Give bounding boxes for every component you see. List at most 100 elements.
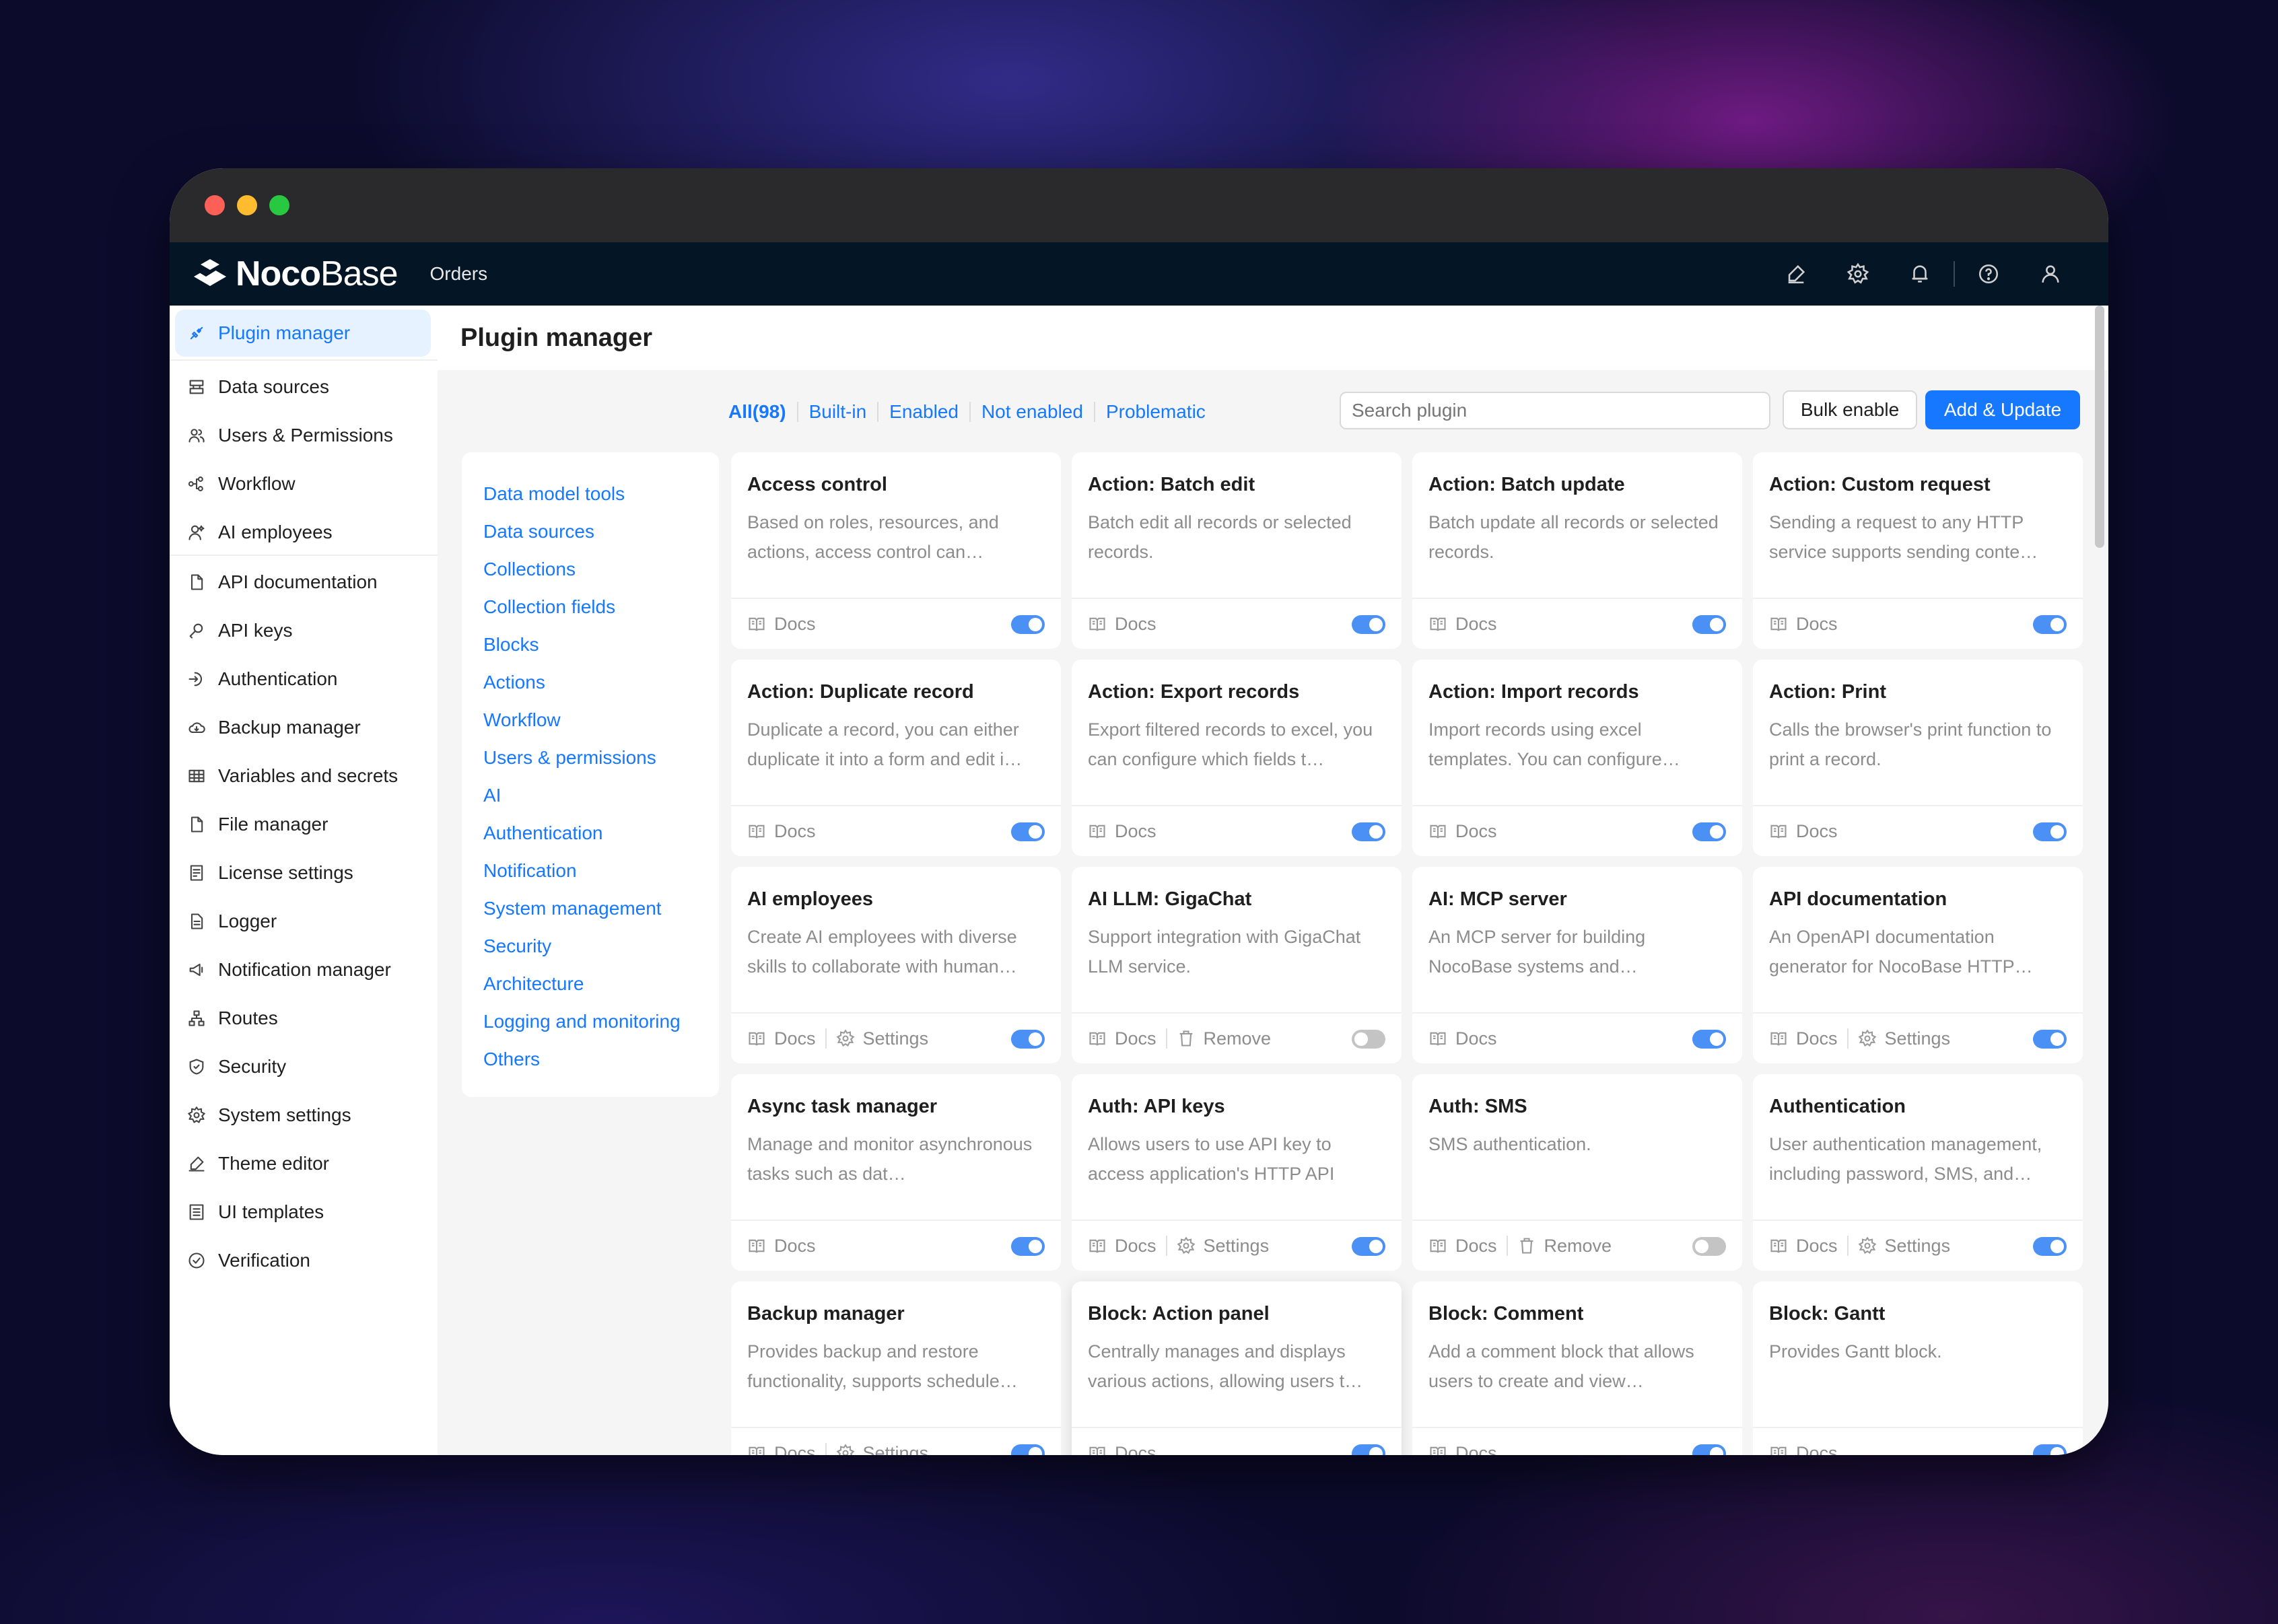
filter-tab-all-98[interactable]: All(98) [728,402,798,422]
user-menu-button[interactable] [2020,242,2081,306]
plugin-enable-toggle[interactable] [2033,1237,2067,1256]
plugin-card[interactable]: Auth: SMS SMS authentication. Docs Remove [1412,1074,1742,1271]
sidebar-item-system-settings[interactable]: System settings [175,1092,431,1139]
plugin-enable-toggle[interactable] [2033,822,2067,841]
category-others[interactable]: Others [462,1040,719,1078]
plugin-card[interactable]: Access control Based on roles, resources,… [731,452,1061,649]
plugin-enable-toggle[interactable] [1352,615,1385,634]
plugin-enable-toggle[interactable] [2033,1444,2067,1455]
category-workflow[interactable]: Workflow [462,701,719,739]
plugin-enable-toggle[interactable] [1011,1444,1045,1455]
sidebar-item-users-permissions[interactable]: Users & Permissions [175,412,431,459]
sidebar-item-logger[interactable]: Logger [175,898,431,945]
category-data-model-tools[interactable]: Data model tools [462,475,719,513]
sidebar-item-routes[interactable]: Routes [175,995,431,1042]
docs-link[interactable]: Docs [1088,821,1157,842]
category-security[interactable]: Security [462,927,719,965]
settings-button[interactable] [1827,242,1889,306]
add-update-button[interactable]: Add & Update [1925,390,2080,429]
plugin-card[interactable]: Authentication User authentication manage… [1753,1074,2083,1271]
notifications-button[interactable] [1889,242,1951,306]
plugin-card[interactable]: Async task manager Manage and monitor asy… [731,1074,1061,1271]
close-window-button[interactable] [205,195,225,215]
nocobase-logo[interactable]: Noco Base [190,254,399,294]
plugin-enable-toggle[interactable] [2033,615,2067,634]
plugin-enable-toggle[interactable] [1692,1237,1726,1256]
minimize-window-button[interactable] [237,195,257,215]
sidebar-item-backup-manager[interactable]: Backup manager [175,704,431,751]
maximize-window-button[interactable] [269,195,289,215]
plugin-card[interactable]: Action: Batch edit Batch edit all records… [1072,452,1402,649]
docs-link[interactable]: Docs [1428,1028,1497,1049]
sidebar-item-verification[interactable]: Verification [175,1237,431,1284]
docs-link[interactable]: Docs [1088,614,1157,635]
plugin-card[interactable]: AI employees Create AI employees with div… [731,867,1061,1063]
category-blocks[interactable]: Blocks [462,626,719,664]
bulk-enable-button[interactable]: Bulk enable [1783,390,1917,429]
settings-link[interactable]: Settings [1858,1236,1950,1257]
category-ai[interactable]: AI [462,777,719,814]
docs-link[interactable]: Docs [1428,614,1497,635]
docs-link[interactable]: Docs [1088,1443,1157,1455]
sidebar-item-security[interactable]: Security [175,1043,431,1090]
sidebar-item-authentication[interactable]: Authentication [175,656,431,703]
plugin-enable-toggle[interactable] [1352,822,1385,841]
docs-link[interactable]: Docs [1088,1236,1157,1257]
content-scrollbar[interactable] [2095,306,2104,548]
plugin-card[interactable]: Action: Print Calls the browser's print f… [1753,660,2083,856]
category-logging-and-monitoring[interactable]: Logging and monitoring [462,1003,719,1040]
sidebar-item-ui-templates[interactable]: UI templates [175,1189,431,1236]
sidebar-item-license-settings[interactable]: License settings [175,849,431,896]
category-collection-fields[interactable]: Collection fields [462,588,719,626]
filter-tab-not-enabled[interactable]: Not enabled [971,402,1095,422]
remove-link[interactable]: Remove [1517,1236,1612,1257]
docs-link[interactable]: Docs [1769,1443,1838,1455]
category-collections[interactable]: Collections [462,551,719,588]
docs-link[interactable]: Docs [1769,821,1838,842]
docs-link[interactable]: Docs [1769,1028,1838,1049]
plugin-card[interactable]: Action: Batch update Batch update all rec… [1412,452,1742,649]
category-authentication[interactable]: Authentication [462,814,719,852]
settings-link[interactable]: Settings [836,1443,928,1455]
sidebar-item-workflow[interactable]: Workflow [175,460,431,507]
plugin-card[interactable]: Action: Custom request Sending a request … [1753,452,2083,649]
sidebar-item-notification-manager[interactable]: Notification manager [175,946,431,993]
plugin-enable-toggle[interactable] [1692,615,1726,634]
category-users-permissions[interactable]: Users & permissions [462,739,719,777]
settings-link[interactable]: Settings [836,1028,928,1049]
category-data-sources[interactable]: Data sources [462,513,719,551]
remove-link[interactable]: Remove [1177,1028,1271,1049]
sidebar-item-theme-editor[interactable]: Theme editor [175,1140,431,1187]
category-architecture[interactable]: Architecture [462,965,719,1003]
plugin-card[interactable]: API documentation An OpenAPI documentatio… [1753,867,2083,1063]
filter-tab-built-in[interactable]: Built-in [798,402,879,422]
plugin-enable-toggle[interactable] [1011,1030,1045,1049]
plugin-card[interactable]: AI LLM: GigaChat Support integration with… [1072,867,1402,1063]
docs-link[interactable]: Docs [1428,1236,1497,1257]
plugin-enable-toggle[interactable] [1011,1237,1045,1256]
sidebar-item-file-manager[interactable]: File manager [175,801,431,848]
plugin-enable-toggle[interactable] [1011,822,1045,841]
theme-button[interactable] [1765,242,1827,306]
plugin-enable-toggle[interactable] [1352,1030,1385,1049]
nav-item-orders[interactable]: Orders [430,263,488,285]
plugin-card[interactable]: Block: Comment Add a comment block that a… [1412,1281,1742,1455]
docs-link[interactable]: Docs [747,1236,816,1257]
sidebar-item-plugin-manager[interactable]: Plugin manager [175,310,431,357]
plugin-enable-toggle[interactable] [2033,1030,2067,1049]
plugin-card[interactable]: Auth: API keys Allows users to use API ke… [1072,1074,1402,1271]
plugin-card[interactable]: Block: Action panel Centrally manages and… [1072,1281,1402,1455]
docs-link[interactable]: Docs [747,614,816,635]
sidebar-item-variables-and-secrets[interactable]: Variables and secrets [175,752,431,800]
docs-link[interactable]: Docs [1088,1028,1157,1049]
sidebar-item-data-sources[interactable]: Data sources [175,363,431,411]
plugin-enable-toggle[interactable] [1011,615,1045,634]
docs-link[interactable]: Docs [747,1443,816,1455]
docs-link[interactable]: Docs [747,821,816,842]
docs-link[interactable]: Docs [1769,614,1838,635]
search-plugin-input[interactable] [1340,392,1770,429]
category-system-management[interactable]: System management [462,890,719,927]
filter-tab-enabled[interactable]: Enabled [878,402,971,422]
sidebar-item-api-documentation[interactable]: API documentation [175,559,431,606]
plugin-card[interactable]: Backup manager Provides backup and restor… [731,1281,1061,1455]
